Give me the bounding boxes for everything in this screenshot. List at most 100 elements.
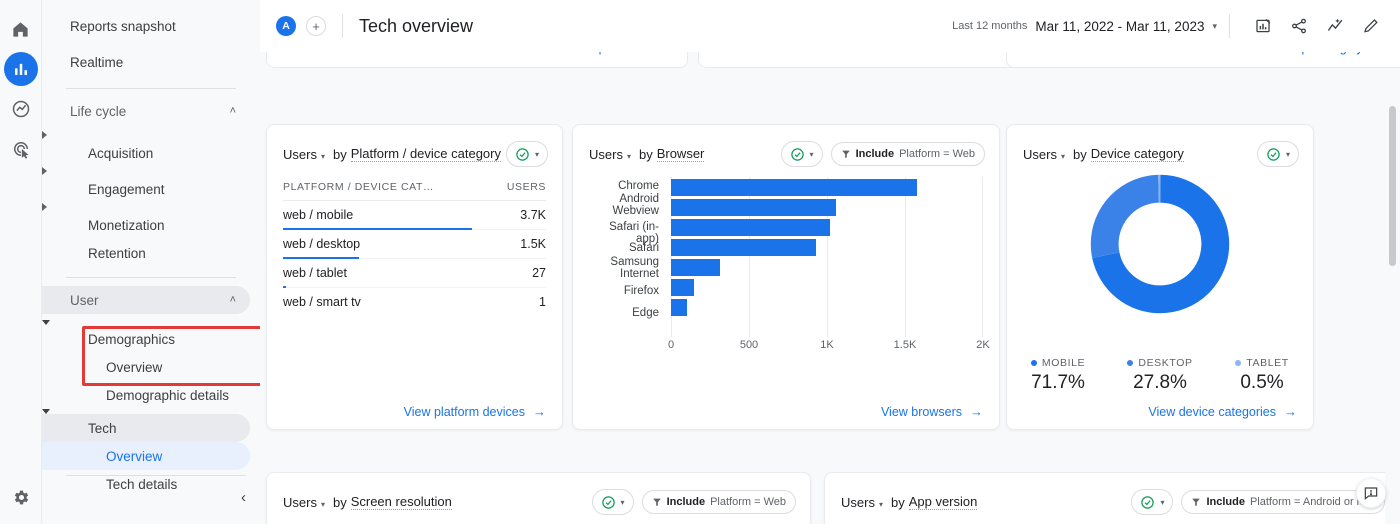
filter-pill[interactable]: Include Platform = Web <box>830 142 985 166</box>
sidebar-section-label: User <box>70 292 99 308</box>
date-range-picker[interactable]: Last 12 months Mar 11, 2022 - Mar 11, 20… <box>952 19 1217 34</box>
advertising-target-icon[interactable] <box>4 132 38 166</box>
sidebar-item-realtime[interactable]: Realtime <box>42 48 250 76</box>
table-row[interactable]: web / smart tv 1 <box>283 288 546 316</box>
sidebar-section-user[interactable]: User ˄ <box>42 286 250 314</box>
device-category-card: Users ▾ by Device category ▾ MOBILE 71.7… <box>1006 124 1314 430</box>
by-label: by <box>890 494 905 510</box>
chevron-right-icon[interactable] <box>42 203 260 211</box>
sidebar-item-label: Monetization <box>88 217 165 233</box>
comparison-pill[interactable]: ▾ <box>591 489 634 515</box>
table-row[interactable]: web / mobile 3.7K <box>283 201 546 230</box>
insights-icon[interactable] <box>1320 11 1350 41</box>
sidebar-item-label: Retention <box>88 245 146 261</box>
bar-android-webview[interactable] <box>671 199 836 216</box>
comparison-pill[interactable]: ▾ <box>505 141 548 167</box>
chevron-down-icon: ▾ <box>1160 497 1165 507</box>
share-icon[interactable] <box>1284 11 1314 41</box>
metric-selector[interactable]: Users ▾ <box>283 495 325 510</box>
metric-selector[interactable]: Users ▾ <box>283 147 325 162</box>
filter-pill[interactable]: Include Platform = Android or iOS <box>1181 490 1385 514</box>
metric-label: Users <box>841 494 875 510</box>
platform-device-category-card: Users▾ by Platform / device category ▾ <box>266 124 563 430</box>
chevron-right-icon[interactable] <box>42 167 260 175</box>
metric-label: Users <box>589 146 623 162</box>
cell-dimension: web / desktop <box>283 237 361 251</box>
scrollbar-thumb[interactable] <box>1389 106 1396 266</box>
legend-label-row: DESKTOP <box>1109 357 1211 369</box>
chevron-down-icon: ▾ <box>809 149 814 159</box>
nav-divider <box>66 277 236 278</box>
bar-safari[interactable] <box>671 239 817 256</box>
sidebar-item-label: Overview <box>106 448 163 464</box>
divider <box>342 14 343 38</box>
sidebar-item-retention[interactable]: Retention <box>42 239 250 267</box>
top-bar: A + Tech overview Last 12 months Mar 11,… <box>260 0 1400 52</box>
add-comparison-button[interactable]: + <box>306 16 326 36</box>
comparison-pill[interactable]: ▾ <box>780 141 823 167</box>
reports-bar-chart-icon[interactable] <box>3 52 38 86</box>
dimension-selector[interactable]: App version <box>908 494 978 510</box>
sidebar-item-reports-snapshot[interactable]: Reports snapshot <box>42 12 250 40</box>
bar-chrome[interactable] <box>671 179 917 196</box>
sidebar-item-label: Engagement <box>88 181 165 197</box>
check-circle-icon <box>601 495 616 510</box>
filter-pill[interactable]: Include Platform = Web <box>641 490 796 514</box>
column-header-users: USERS <box>506 181 546 193</box>
sidebar-section-life-cycle[interactable]: Life cycle ˄ <box>42 97 250 125</box>
metric-selector[interactable]: Users ▾ <box>841 495 883 510</box>
view-browsers-link[interactable]: View browsers → <box>881 404 983 419</box>
sidebar-item-tech-overview[interactable]: Overview <box>42 442 250 470</box>
dimension-selector[interactable]: Device category <box>1090 146 1184 162</box>
date-range-prefix: Last 12 months <box>952 20 1028 32</box>
sidebar-item-demographics[interactable]: Demographics <box>42 325 250 353</box>
compare-icon[interactable] <box>1248 11 1278 41</box>
bar-samsung-internet[interactable] <box>671 259 720 276</box>
sidebar-item-acquisition[interactable]: Acquisition <box>42 139 250 167</box>
check-circle-icon <box>1140 495 1155 510</box>
sidebar-item-monetization[interactable]: Monetization <box>42 211 250 239</box>
legend-value: 71.7% <box>1031 372 1085 393</box>
comparison-pill[interactable]: ▾ <box>1131 489 1174 515</box>
sidebar-item-engagement[interactable]: Engagement <box>42 175 250 203</box>
metric-selector[interactable]: Users ▾ <box>589 147 631 162</box>
sidebar-item-acquisition-row: Acquisition <box>42 131 260 167</box>
edit-pencil-icon[interactable] <box>1356 11 1386 41</box>
dimension-selector[interactable]: Browser <box>656 146 705 162</box>
metric-selector[interactable]: Users ▾ <box>1023 147 1065 162</box>
sidebar-item-demographics-overview[interactable]: Overview <box>42 353 250 381</box>
donut-svg <box>1090 174 1230 314</box>
bar-edge[interactable] <box>671 299 688 316</box>
chevron-up-icon: ˄ <box>229 105 236 117</box>
bar-safari-in-app[interactable] <box>671 219 831 236</box>
dimension-selector[interactable]: Screen resolution <box>350 494 452 510</box>
account-avatar[interactable]: A <box>276 16 296 36</box>
chevron-right-icon[interactable] <box>42 131 260 139</box>
view-device-categories-link[interactable]: View device categories → <box>1148 404 1297 419</box>
sidebar-item-label: Tech details <box>106 476 178 492</box>
view-platform-devices-link[interactable]: View platform devices → <box>404 404 546 419</box>
dimension-selector[interactable]: Platform / device category <box>350 146 501 162</box>
metric-label: Users <box>1023 146 1057 162</box>
sidebar-item-demographic-details[interactable]: Demographic details <box>42 381 250 409</box>
table-row[interactable]: web / desktop 1.5K <box>283 230 546 259</box>
chevron-down-icon: ▾ <box>1212 20 1217 31</box>
feedback-button[interactable] <box>1356 478 1386 508</box>
table-row[interactable]: web / tablet 27 <box>283 259 546 288</box>
admin-gear-icon[interactable] <box>4 480 38 514</box>
x-tick: 0 <box>667 339 675 351</box>
x-tick: 500 <box>739 339 759 351</box>
filter-value: Platform = Web <box>710 496 786 508</box>
check-circle-icon <box>515 147 530 162</box>
chevron-down-icon: ▾ <box>878 499 883 509</box>
bar-label: Edge <box>632 307 659 319</box>
collapse-sidebar-button[interactable]: ‹ <box>241 489 246 506</box>
bar-firefox[interactable] <box>671 279 694 296</box>
comparison-pill[interactable]: ▾ <box>1256 141 1299 167</box>
home-icon[interactable] <box>4 12 38 46</box>
link-label: View browsers <box>880 404 962 419</box>
sidebar-item-tech[interactable]: Tech <box>42 414 250 442</box>
donut-slice-tablet[interactable] <box>1090 174 1230 314</box>
sidebar-item-label: Demographic details <box>106 387 230 403</box>
explore-icon[interactable] <box>4 92 38 126</box>
